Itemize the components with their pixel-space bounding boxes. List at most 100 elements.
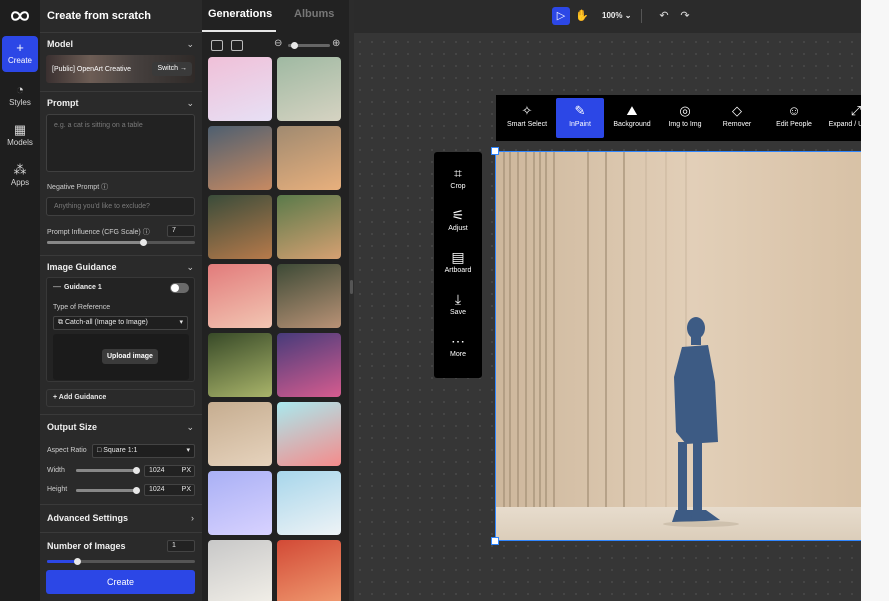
model-card[interactable]: [Public] OpenArt Creative Switch → bbox=[46, 55, 195, 83]
tab-albums[interactable]: Albums bbox=[294, 8, 334, 20]
cfg-value[interactable]: 7 bbox=[167, 225, 195, 237]
model-name: [Public] OpenArt Creative bbox=[52, 66, 131, 73]
collapse-icon[interactable]: — bbox=[53, 282, 61, 291]
tool-save[interactable]: ⤓ Save bbox=[434, 284, 482, 324]
cfg-slider[interactable] bbox=[47, 239, 195, 246]
nav-apps-label: Apps bbox=[10, 178, 30, 187]
width-slider[interactable] bbox=[76, 467, 140, 474]
zoom-out-icon[interactable]: ⊖ bbox=[274, 38, 282, 49]
thumbnail-motorcycle-girl[interactable] bbox=[277, 57, 341, 121]
thumbnail-size-slider[interactable] bbox=[288, 42, 330, 49]
negative-prompt-input[interactable]: Anything you'd like to exclude? bbox=[46, 197, 195, 216]
thumbnail-red-landscape[interactable] bbox=[277, 540, 341, 601]
thumbnail-pink-landscape[interactable] bbox=[208, 264, 272, 328]
create-button[interactable]: Create bbox=[46, 570, 195, 594]
divider bbox=[40, 532, 202, 533]
tool-label: Smart Select bbox=[506, 121, 548, 128]
comment-icon[interactable] bbox=[211, 40, 223, 51]
number-of-images-slider-knob[interactable] bbox=[73, 558, 81, 565]
switch-model-button[interactable]: Switch → bbox=[152, 62, 192, 76]
thumbnail-seal-cartoon[interactable] bbox=[277, 471, 341, 535]
divider bbox=[641, 9, 642, 23]
bookmark-icon[interactable] bbox=[231, 40, 243, 51]
chevron-down-icon[interactable]: ⌄ bbox=[186, 262, 194, 273]
tool-img-to-img[interactable]: ◎ Img to Img bbox=[660, 98, 710, 138]
tab-generations[interactable]: Generations bbox=[208, 8, 272, 20]
width-input[interactable]: 1024 PX bbox=[144, 465, 195, 477]
brush-icon: ✎ bbox=[574, 103, 586, 118]
thumbnail-cats-at-window[interactable] bbox=[208, 195, 272, 259]
height-slider-knob[interactable] bbox=[133, 487, 140, 494]
chevron-down-icon[interactable]: ⌄ bbox=[186, 39, 194, 50]
resize-handle-bottom-left[interactable] bbox=[491, 537, 499, 545]
thumbnail-man-in-room[interactable] bbox=[208, 402, 272, 466]
app-root: + Create ◔ Styles ▦ Models ⁂ Apps Create… bbox=[0, 0, 889, 601]
nav-models[interactable]: ▦ Models bbox=[2, 118, 38, 154]
reference-type-value: Catch-all (Image to Image) bbox=[64, 319, 148, 326]
divider bbox=[40, 504, 202, 505]
download-icon: ⤓ bbox=[454, 291, 462, 307]
add-guidance-button[interactable]: + Add Guidance bbox=[46, 389, 195, 407]
thumbnail-anime-girl[interactable] bbox=[208, 540, 272, 601]
type-of-reference-label: Type of Reference bbox=[53, 304, 111, 311]
height-input[interactable]: 1024 PX bbox=[144, 484, 195, 496]
number-of-images-value[interactable]: 1 bbox=[167, 540, 195, 552]
tool-background[interactable]: ⛰ Background bbox=[606, 98, 658, 138]
tool-label: InPaint bbox=[569, 121, 591, 128]
tool-smart-select[interactable]: ✧ Smart Select bbox=[500, 98, 554, 138]
upload-image-button[interactable]: Upload image bbox=[102, 349, 158, 364]
zoom-in-icon[interactable]: ⊕ bbox=[332, 38, 340, 49]
thumbnail-orange-cat[interactable] bbox=[277, 126, 341, 190]
tool-label: Adjust bbox=[448, 225, 468, 232]
chevron-down-icon[interactable]: ⌄ bbox=[186, 98, 194, 109]
nav-apps[interactable]: ⁂ Apps bbox=[2, 158, 38, 194]
img2img-icon: ◎ bbox=[679, 103, 691, 118]
tool-label: Remover bbox=[722, 121, 752, 128]
thumbnail-old-man-cartoon[interactable] bbox=[208, 126, 272, 190]
upload-dropzone[interactable]: Upload image bbox=[53, 334, 189, 380]
reference-type-select[interactable]: ⧉ Catch-all (Image to Image) ▾ bbox=[53, 316, 188, 330]
guidance-toggle[interactable] bbox=[170, 283, 189, 293]
number-of-images-slider[interactable] bbox=[47, 558, 195, 565]
tool-artboard[interactable]: ▤ Artboard bbox=[434, 242, 482, 282]
divider bbox=[40, 255, 202, 256]
chevron-down-icon[interactable]: ⌄ bbox=[186, 422, 194, 433]
nav-create-label: Create bbox=[7, 56, 32, 65]
width-slider-knob[interactable] bbox=[133, 467, 140, 474]
nav-create[interactable]: + Create bbox=[2, 36, 38, 72]
caret-down-icon: ▾ bbox=[186, 447, 190, 454]
tool-adjust[interactable]: ⚟ Adjust bbox=[434, 200, 482, 240]
thumbnail-woman-portrait[interactable] bbox=[277, 264, 341, 328]
chevron-right-icon[interactable]: › bbox=[191, 513, 194, 523]
thumbnail-braided-girl[interactable] bbox=[277, 195, 341, 259]
advanced-settings-title[interactable]: Advanced Settings bbox=[47, 513, 128, 523]
tool-crop[interactable]: ⌗ Crop bbox=[434, 158, 482, 198]
canvas-image[interactable] bbox=[495, 151, 889, 541]
tool-label: Artboard bbox=[444, 267, 472, 274]
cfg-slider-knob[interactable] bbox=[140, 239, 148, 246]
undo-icon[interactable]: ↶ bbox=[655, 7, 673, 25]
hand-icon[interactable]: ✋ bbox=[573, 7, 591, 25]
tool-remover[interactable]: ◇ Remover bbox=[713, 98, 761, 138]
redo-icon[interactable]: ↷ bbox=[676, 7, 694, 25]
thumbnail-size-knob[interactable] bbox=[291, 42, 298, 49]
aspect-ratio-select[interactable]: □ Square 1:1 ▾ bbox=[92, 444, 195, 458]
prompt-input[interactable]: e.g. a cat is sitting on a table bbox=[46, 114, 195, 172]
output-size-title: Output Size bbox=[47, 422, 97, 432]
thumbnail-pink-creature[interactable] bbox=[277, 402, 341, 466]
canvas-area[interactable]: ▷ ✋ 100% ⌄ ↶ ↷ ⌗ Crop ⚟ Adjust ▤ Artboard ⤓ Sav… bbox=[354, 0, 889, 601]
height-slider[interactable] bbox=[76, 487, 140, 494]
tool-more[interactable]: ⋯ More bbox=[434, 326, 482, 366]
nav-styles[interactable]: ◔ Styles bbox=[2, 78, 38, 114]
zoom-level[interactable]: 100% ⌄ bbox=[602, 11, 631, 20]
pointer-icon[interactable]: ▷ bbox=[552, 7, 570, 25]
thumbnail-space-doodle[interactable] bbox=[208, 471, 272, 535]
tool-inpaint[interactable]: ✎ InPaint bbox=[556, 98, 604, 138]
tool-label: More bbox=[450, 351, 466, 358]
thumbnail-elf-warrior[interactable] bbox=[208, 333, 272, 397]
thumbnail-pink-character[interactable] bbox=[208, 57, 272, 121]
height-unit: PX bbox=[181, 486, 191, 493]
tool-edit-people[interactable]: ☺ Edit People bbox=[766, 98, 822, 138]
thumbnail-lego-scene[interactable] bbox=[277, 333, 341, 397]
resize-handle-top-left[interactable] bbox=[491, 147, 499, 155]
